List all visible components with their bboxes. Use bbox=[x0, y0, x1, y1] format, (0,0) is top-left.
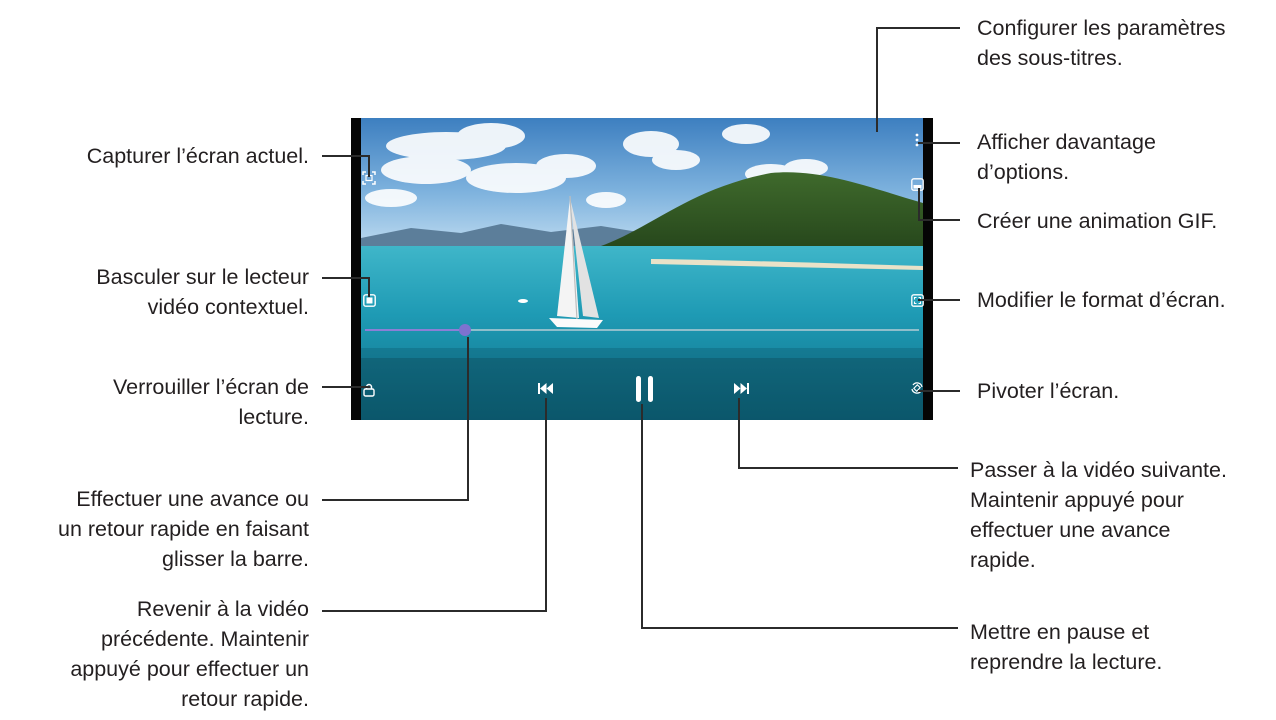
lock-icon[interactable] bbox=[361, 382, 377, 398]
callout-previous: Revenir à la vidéo précédente. Maintenir… bbox=[70, 597, 309, 711]
leader-capture-v bbox=[368, 155, 370, 177]
more-options-icon[interactable] bbox=[909, 132, 925, 148]
leader-rotate bbox=[918, 390, 960, 392]
callout-next: Passer à la vidéo suivante. Maintenir ap… bbox=[970, 458, 1227, 572]
rotate-icon[interactable] bbox=[909, 380, 925, 396]
leader-capture bbox=[322, 155, 370, 157]
callout-gif: Créer une animation GIF. bbox=[977, 209, 1218, 233]
callout-popup-player: Basculer sur le lecteur vidéo contextuel… bbox=[96, 265, 309, 319]
leader-next-v bbox=[738, 398, 740, 469]
leader-ratio bbox=[918, 299, 960, 301]
callout-capture: Capturer l’écran actuel. bbox=[86, 144, 309, 168]
callout-rotate: Pivoter l’écran. bbox=[977, 379, 1120, 403]
leader-pause-v bbox=[641, 404, 643, 629]
pause-icon[interactable] bbox=[630, 374, 658, 404]
leader-seek-v bbox=[467, 337, 469, 501]
callout-more-options: Afficher davantage d’options. bbox=[977, 130, 1156, 184]
seek-bar[interactable] bbox=[365, 322, 919, 338]
leader-pause-h bbox=[641, 627, 958, 629]
leader-popup-v bbox=[368, 277, 370, 297]
next-icon[interactable] bbox=[731, 380, 751, 396]
callout-pause: Mettre en pause et reprendre la lecture. bbox=[970, 620, 1163, 674]
leader-next-h bbox=[738, 467, 958, 469]
callout-lock: Verrouiller l’écran de lecture. bbox=[113, 375, 309, 429]
gif-icon[interactable] bbox=[909, 176, 925, 192]
leader-previous-h bbox=[322, 610, 547, 612]
leader-lock bbox=[322, 386, 370, 388]
previous-icon[interactable] bbox=[535, 380, 555, 396]
leader-popup bbox=[322, 277, 370, 279]
leader-gif-h bbox=[918, 219, 960, 221]
callout-subtitles: Configurer les paramètres des sous-titre… bbox=[977, 16, 1226, 70]
callout-ratio: Modifier le format d’écran. bbox=[977, 288, 1226, 312]
leader-previous-v bbox=[545, 398, 547, 612]
callout-seek: Effectuer une avance ou un retour rapide… bbox=[58, 487, 309, 571]
leader-subtitles-v bbox=[876, 27, 878, 132]
video-player-screen bbox=[351, 118, 933, 420]
leader-subtitles-h bbox=[876, 27, 960, 29]
leader-more bbox=[918, 142, 960, 144]
leader-seek-h bbox=[322, 499, 469, 501]
leader-gif-v bbox=[918, 188, 920, 221]
